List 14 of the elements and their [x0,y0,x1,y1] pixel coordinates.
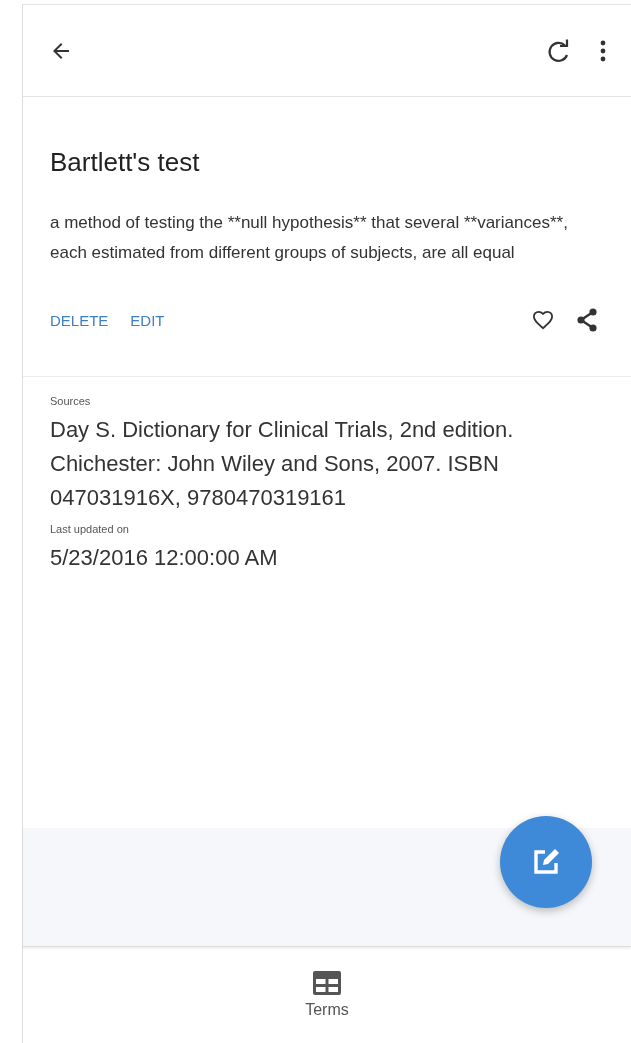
detail-label: Sources [50,395,92,407]
term-title: Bartlett's test [50,147,201,178]
detail-value: 5/23/2016 12:00:00 AM [50,544,279,572]
action-link[interactable]: EDIT [130,311,165,329]
table-icon [313,971,341,995]
term-definition: a method of testing the **null hypothesis** that several **variances**, each estimated from different groups of subjects, are all equal [50,212,569,264]
detail-value: Day S. Dictionary for Clinical Trials, 2nd edition. Chichester: John Wiley and Sons, 2007. ISBN 047031916X, 9780470319161 [50,416,515,512]
edit-fab[interactable] [500,816,592,908]
share-icon [576,308,598,332]
heart-icon [532,310,554,330]
nav-tab[interactable]: Terms [295,967,359,1023]
detail-label: Last updated on [50,523,130,535]
more-vertical-icon [599,38,607,63]
action-link[interactable]: DELETE [50,311,109,329]
